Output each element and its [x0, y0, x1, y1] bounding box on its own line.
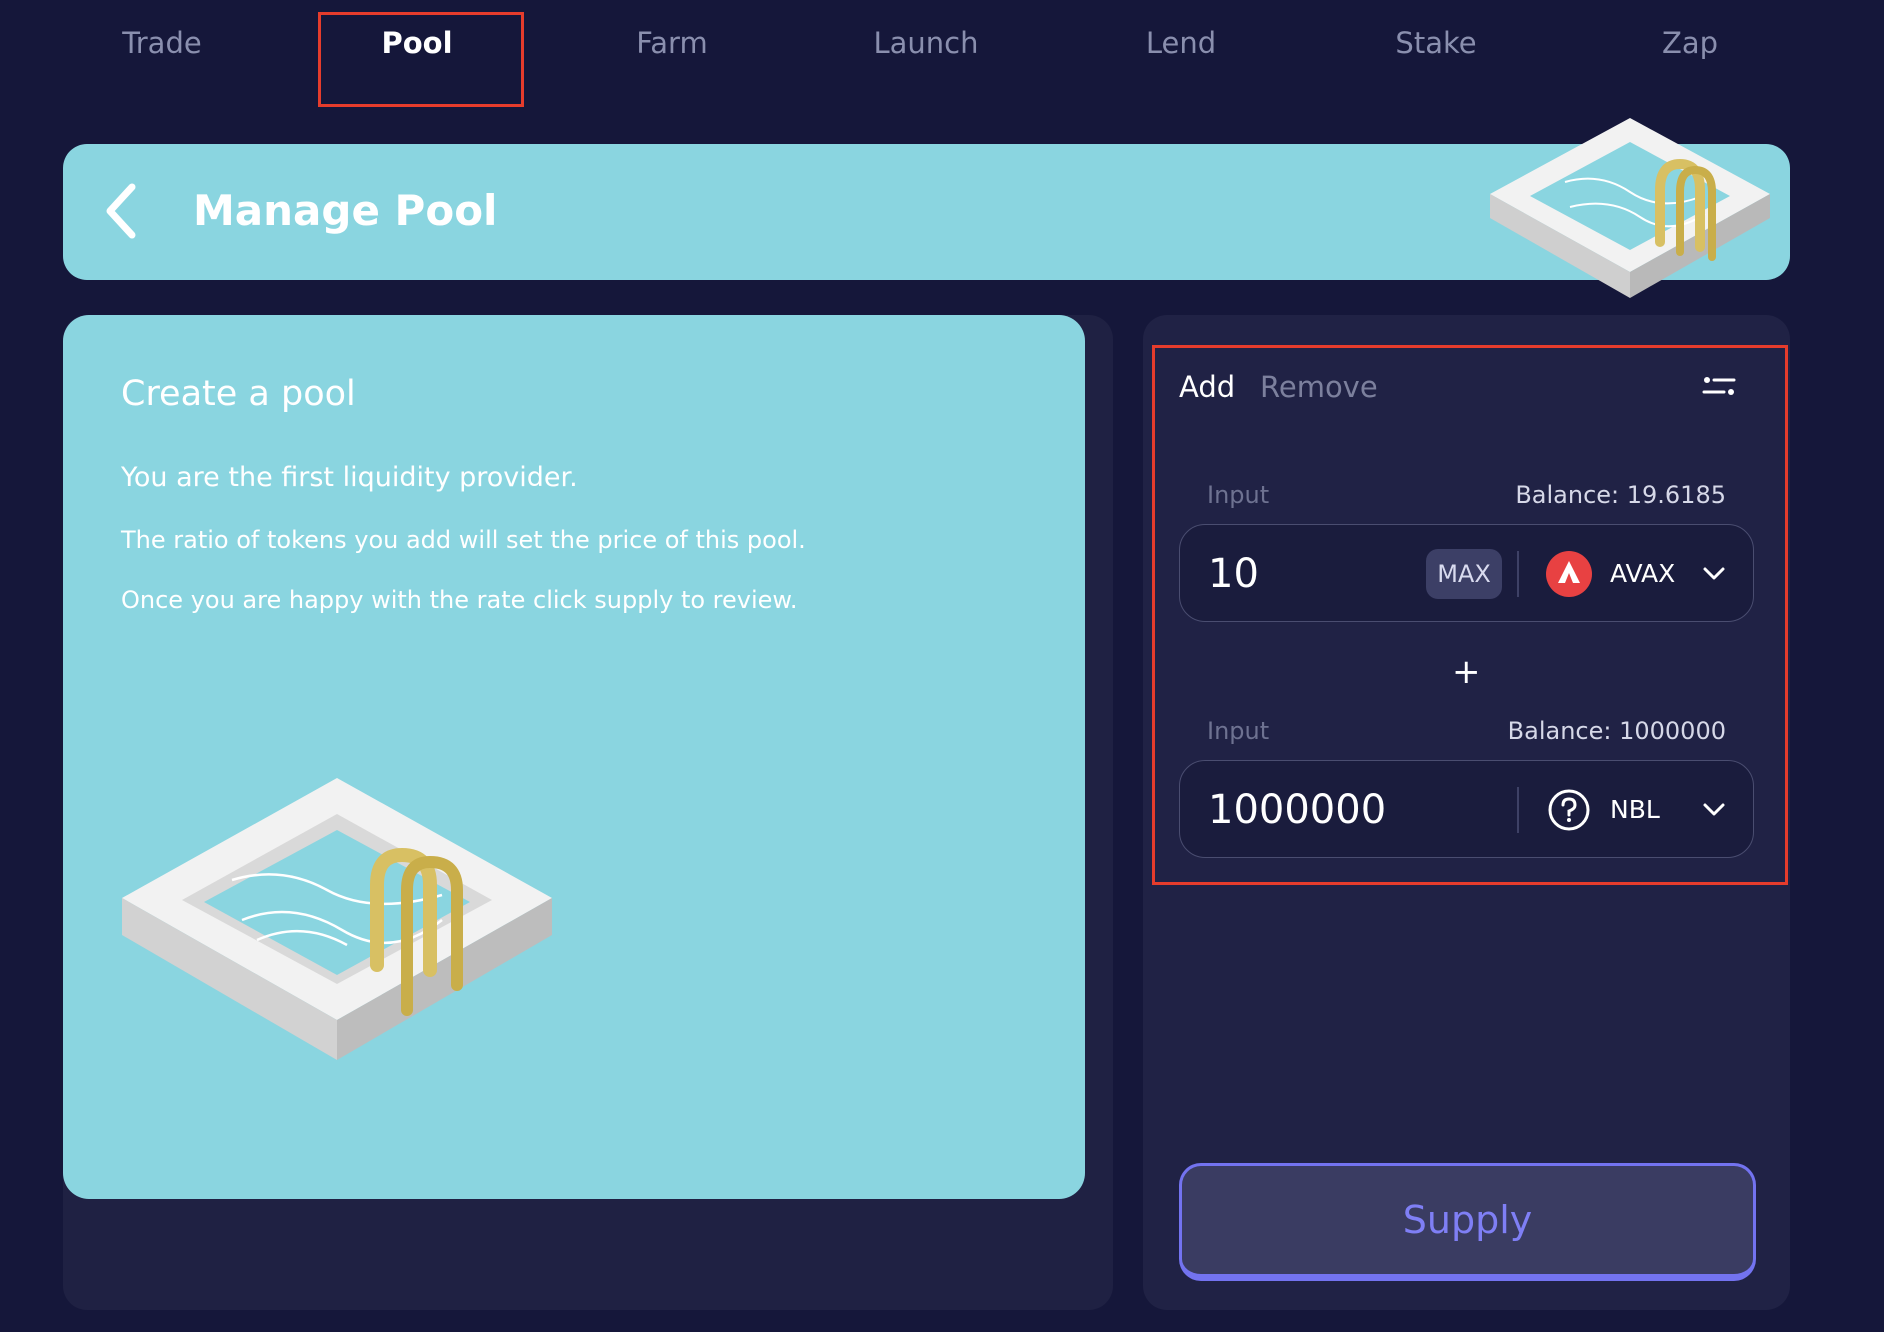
supply-hint-text: Once you are happy with the rate click s… [121, 586, 798, 614]
token-input-box-1: MAX AVAX [1179, 524, 1754, 622]
nav-item-stake[interactable]: Stake [1336, 26, 1536, 60]
token-input-box-2: NBL [1179, 760, 1754, 858]
pool-illustration-large-icon [122, 778, 552, 1060]
input2-label: Input [1207, 717, 1270, 745]
max-button[interactable]: MAX [1426, 549, 1502, 599]
amount-input-1[interactable] [1208, 549, 1408, 599]
question-circle-icon[interactable] [1546, 787, 1592, 833]
settings-button[interactable] [1700, 370, 1738, 404]
sliders-icon [1702, 377, 1736, 395]
first-provider-text: You are the first liquidity provider. [121, 462, 578, 493]
top-nav: Trade Pool Farm Launch Lend Stake Zap [0, 0, 1884, 110]
nav-item-trade[interactable]: Trade [62, 26, 262, 60]
supply-button[interactable]: Supply [1179, 1163, 1756, 1281]
chevron-left-icon [106, 183, 136, 239]
pool-illustration-icon [1490, 118, 1770, 298]
amount-input-2[interactable] [1208, 785, 1498, 835]
plus-icon: + [1452, 652, 1481, 692]
page-title: Manage Pool [193, 186, 498, 235]
input1-label: Input [1207, 481, 1270, 509]
nav-item-zap[interactable]: Zap [1590, 26, 1790, 60]
divider [1517, 787, 1519, 833]
input2-balance: Balance: 1000000 [1507, 717, 1726, 745]
page: Trade Pool Farm Launch Lend Stake Zap Ma… [0, 0, 1884, 1332]
tab-remove[interactable]: Remove [1260, 370, 1378, 404]
ratio-text: The ratio of tokens you add will set the… [121, 526, 806, 554]
chevron-down-icon[interactable] [1700, 559, 1728, 587]
create-pool-title: Create a pool [121, 374, 356, 414]
nav-item-lend[interactable]: Lend [1081, 26, 1281, 60]
tab-add[interactable]: Add [1179, 370, 1235, 404]
token-name-2[interactable]: NBL [1610, 795, 1660, 824]
back-button[interactable] [96, 176, 146, 246]
divider [1517, 551, 1519, 597]
avax-icon[interactable] [1546, 551, 1592, 597]
nav-active-highlight [318, 12, 524, 107]
token-name-1[interactable]: AVAX [1610, 559, 1675, 588]
chevron-down-icon[interactable] [1700, 795, 1728, 823]
nav-item-launch[interactable]: Launch [826, 26, 1026, 60]
input1-balance: Balance: 19.6185 [1515, 481, 1726, 509]
nav-item-farm[interactable]: Farm [572, 26, 772, 60]
